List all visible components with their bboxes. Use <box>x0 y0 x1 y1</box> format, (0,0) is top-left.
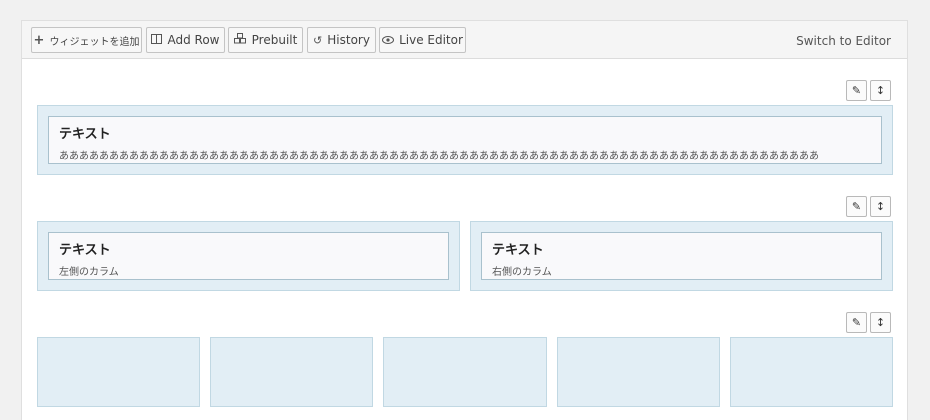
row-2-cell-left[interactable]: テキスト 左側のカラム <box>37 221 460 291</box>
widget-title: テキスト <box>492 243 544 258</box>
undo-icon: ↺ <box>313 33 323 47</box>
row-settings-icon[interactable]: ✎ <box>846 312 867 333</box>
row-3-cell-1[interactable] <box>37 337 200 407</box>
builder-toolbar: + ウィジェットを追加 Add Row Prebuilt ↺ History L… <box>22 21 907 59</box>
text-widget[interactable]: テキスト あああああああああああああああああああああああああああああああああああ… <box>48 116 882 164</box>
text-widget[interactable]: テキスト 右側のカラム <box>481 232 882 280</box>
columns-icon <box>151 33 163 47</box>
history-label: History <box>327 33 370 47</box>
history-button[interactable]: ↺ History <box>307 27 376 53</box>
prebuilt-label: Prebuilt <box>251 33 298 47</box>
row-2-tools: ✎ ↕ <box>846 196 891 217</box>
widget-description: ああああああああああああああああああああああああああああああああああああああああ… <box>59 151 819 162</box>
row-3-cell-5[interactable] <box>730 337 893 407</box>
page-builder-panel: + ウィジェットを追加 Add Row Prebuilt ↺ History L… <box>21 20 908 420</box>
row-1-tools: ✎ ↕ <box>846 80 891 101</box>
add-widget-button[interactable]: + ウィジェットを追加 <box>31 27 142 53</box>
row-move-icon[interactable]: ↕ <box>870 312 891 333</box>
row-3-cell-2[interactable] <box>210 337 373 407</box>
row-settings-icon[interactable]: ✎ <box>846 196 867 217</box>
eye-icon <box>382 34 395 47</box>
live-editor-label: Live Editor <box>399 33 463 47</box>
widget-title: テキスト <box>59 243 111 258</box>
add-widget-label: ウィジェットを追加 <box>49 36 140 48</box>
cubes-icon <box>233 33 247 47</box>
row-move-icon[interactable]: ↕ <box>870 80 891 101</box>
add-row-label: Add Row <box>167 33 220 47</box>
widget-description: 右側のカラム <box>492 267 552 278</box>
live-editor-button[interactable]: Live Editor <box>379 27 466 53</box>
row-3-cell-3[interactable] <box>383 337 547 407</box>
row-move-icon[interactable]: ↕ <box>870 196 891 217</box>
row-settings-icon[interactable]: ✎ <box>846 80 867 101</box>
row-3-cell-4[interactable] <box>557 337 720 407</box>
row-1-cell[interactable]: テキスト あああああああああああああああああああああああああああああああああああ… <box>37 105 893 175</box>
widget-description: 左側のカラム <box>59 267 119 278</box>
widget-title: テキスト <box>59 127 111 142</box>
add-row-button[interactable]: Add Row <box>146 27 225 53</box>
row-2-cell-right[interactable]: テキスト 右側のカラム <box>470 221 893 291</box>
switch-to-editor-link[interactable]: Switch to Editor <box>796 34 891 48</box>
prebuilt-button[interactable]: Prebuilt <box>228 27 303 53</box>
row-3-tools: ✎ ↕ <box>846 312 891 333</box>
text-widget[interactable]: テキスト 左側のカラム <box>48 232 449 280</box>
plus-icon: + <box>33 32 45 48</box>
